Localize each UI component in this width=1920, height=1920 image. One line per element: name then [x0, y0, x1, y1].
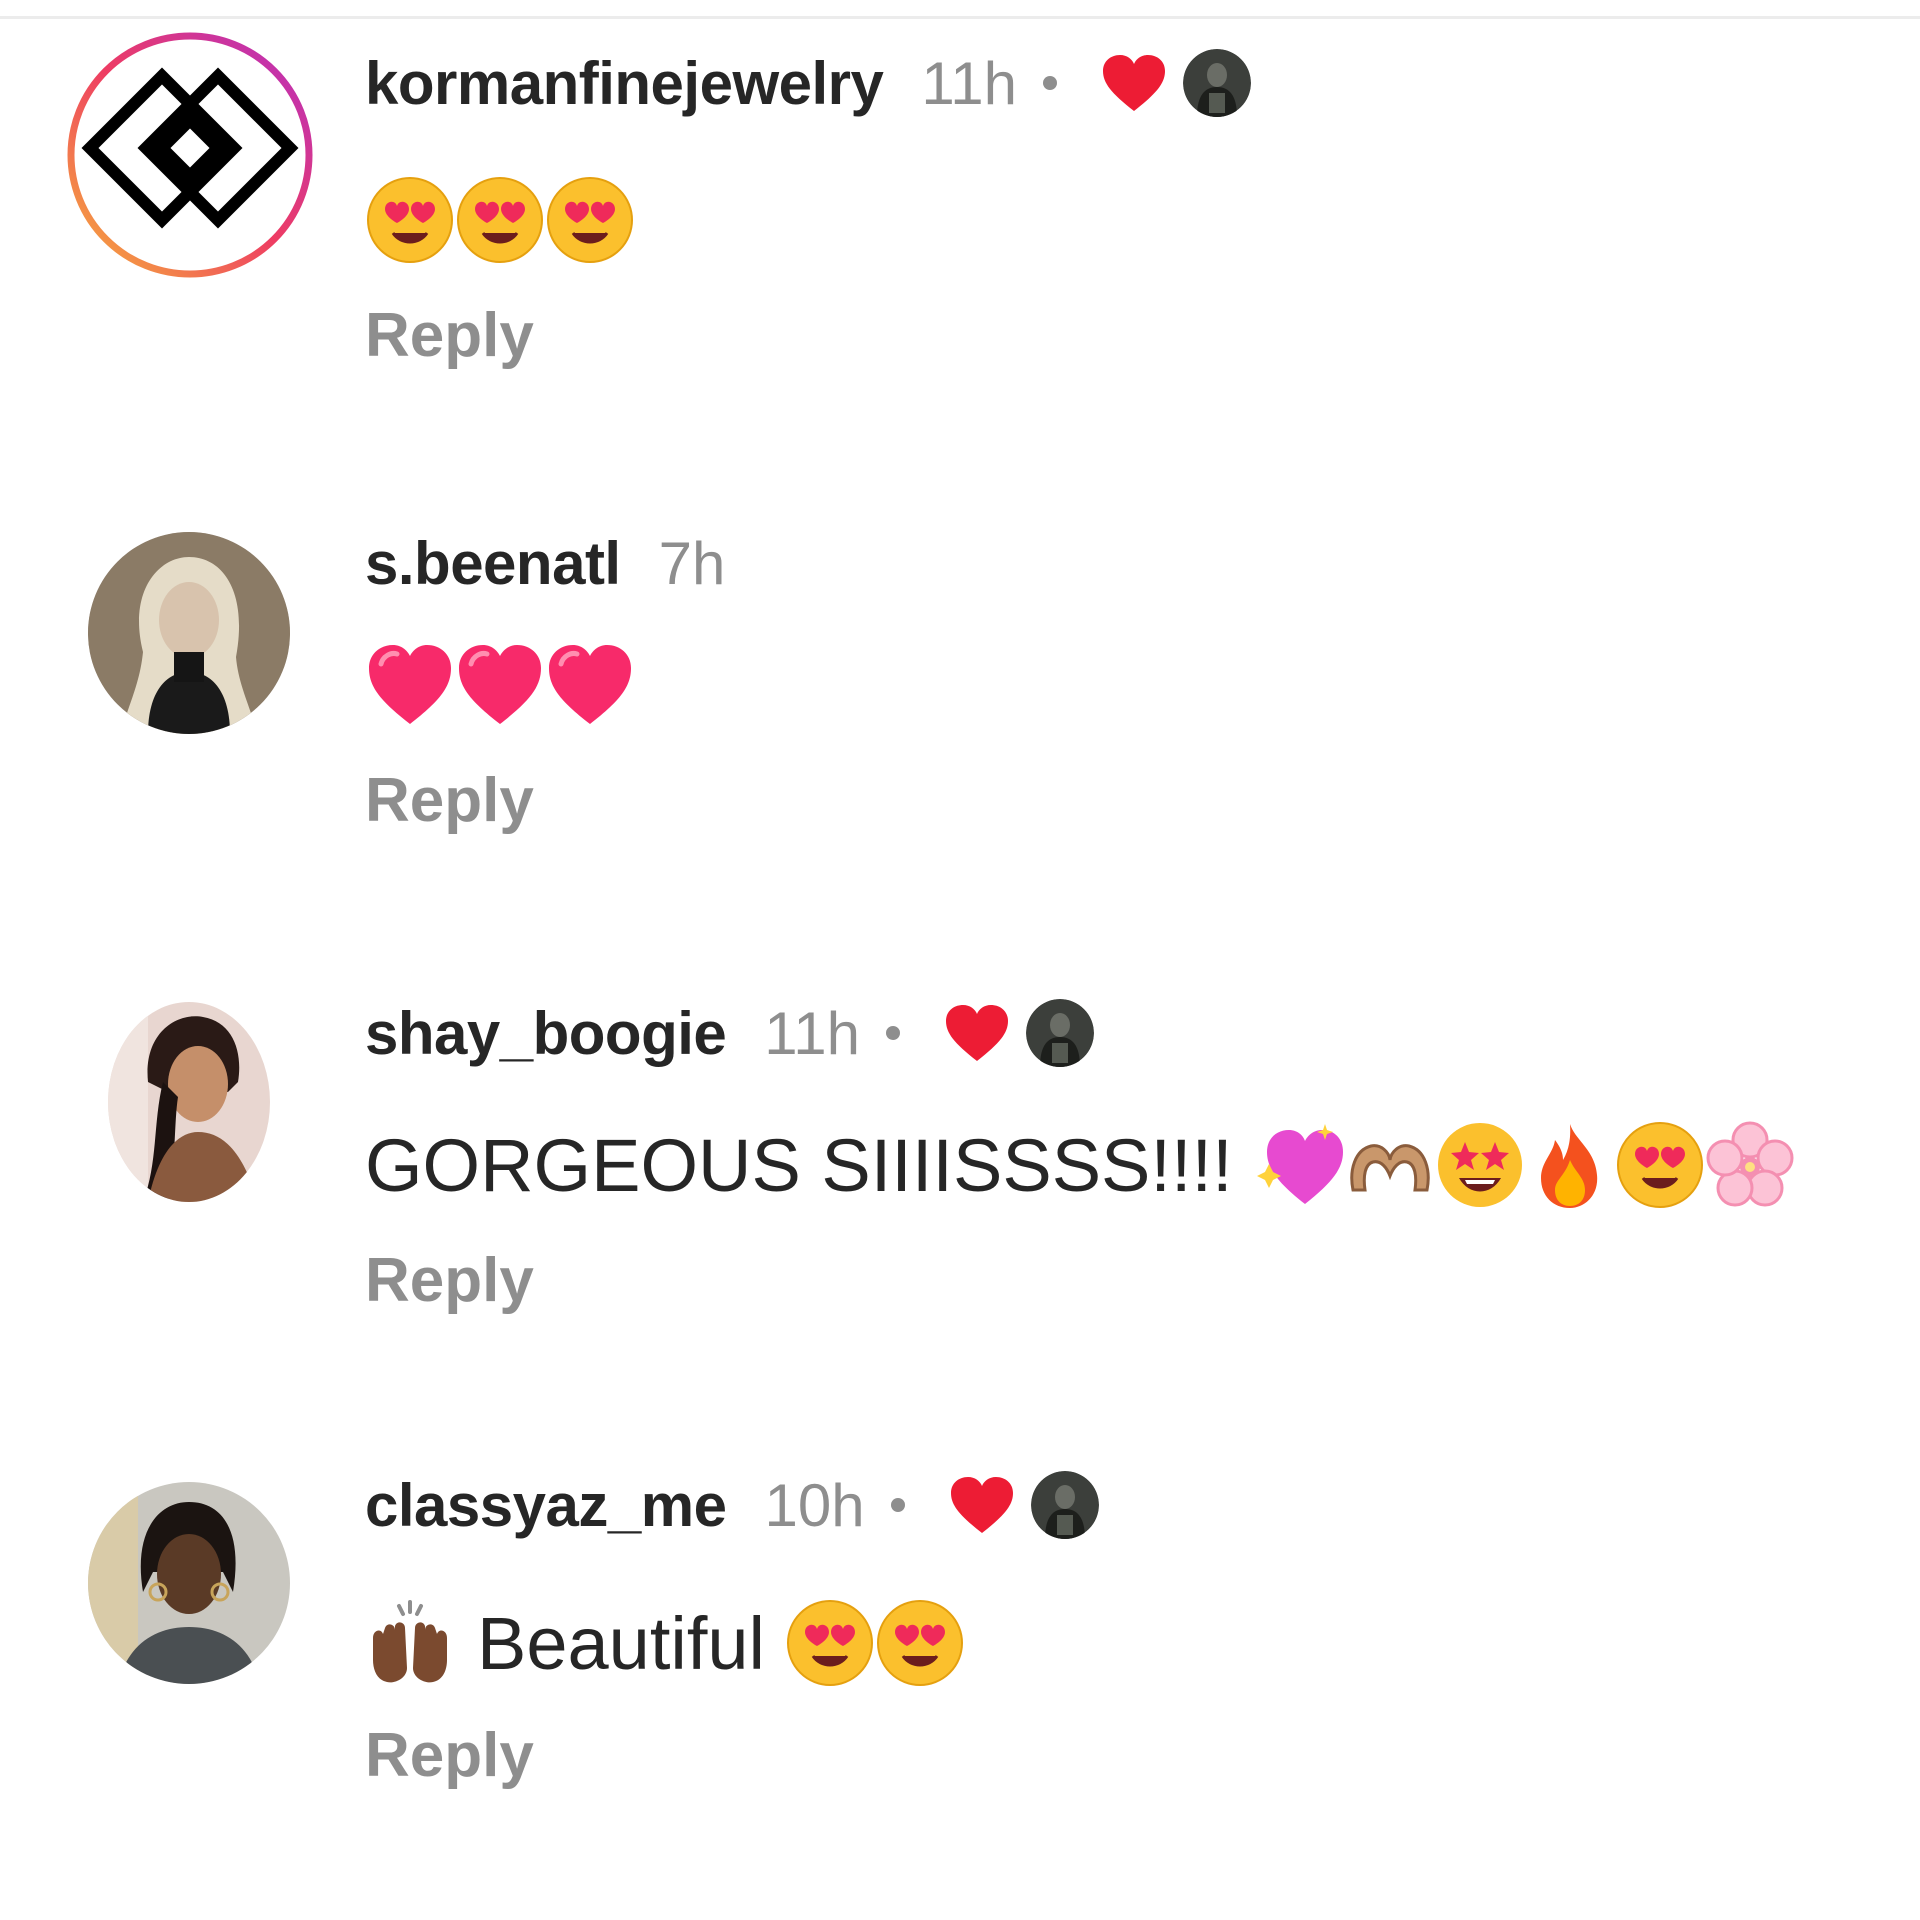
- reply-button[interactable]: Reply: [365, 1720, 534, 1791]
- user-photo-icon: [108, 1002, 270, 1202]
- author-avatar: [1025, 999, 1094, 1067]
- liked-by-author-heart-icon: [944, 1003, 1010, 1063]
- comment-text: [365, 165, 635, 275]
- heart-eyes-face-icon: [785, 1598, 875, 1688]
- author-avatar: [1030, 1471, 1099, 1539]
- reply-button[interactable]: Reply: [365, 765, 534, 836]
- username[interactable]: shay_boogie: [365, 999, 727, 1068]
- cherry-blossom-icon: [1705, 1120, 1795, 1210]
- raising-hands-icon: [365, 1598, 455, 1688]
- username[interactable]: classyaz_me: [365, 1471, 727, 1540]
- comment-item: s.beenatl 7h Reply: [0, 470, 1920, 870]
- star-struck-face-icon: [1435, 1120, 1525, 1210]
- sparkling-heart-icon: [1255, 1120, 1345, 1210]
- heart-eyes-face-icon: [365, 175, 455, 265]
- pink-heart-icon: [365, 640, 455, 730]
- heart-eyes-face-icon: [455, 175, 545, 265]
- reply-button[interactable]: Reply: [365, 1245, 534, 1316]
- comment-body: Beautiful: [477, 1601, 765, 1685]
- username[interactable]: s.beenatl: [365, 529, 621, 598]
- heart-eyes-face-icon: [875, 1598, 965, 1688]
- author-avatar: [1183, 49, 1252, 117]
- brand-logo-icon: [67, 32, 313, 278]
- separator-dot: [885, 1026, 900, 1040]
- comment-text: GORGEOUS SIIIISSSS!!!!: [365, 1110, 1795, 1220]
- comment-time: 11h: [764, 999, 860, 1067]
- liked-by-author-heart-icon: [949, 1475, 1015, 1535]
- heart-eyes-face-icon: [545, 175, 635, 265]
- avatar[interactable]: [108, 1002, 270, 1202]
- comment-text: Beautiful: [365, 1588, 965, 1698]
- avatar[interactable]: [65, 30, 315, 280]
- user-photo-icon: [88, 532, 290, 734]
- comment-time: 10h: [764, 1471, 865, 1539]
- pink-heart-icon: [455, 640, 545, 730]
- heart-eyes-face-icon: [1615, 1120, 1705, 1210]
- separator-dot: [890, 1498, 905, 1512]
- comment-item: shay_boogie 11h GORGEOUS SIIIISSSS!!!! R…: [0, 950, 1920, 1350]
- heart-hands-icon: [1345, 1120, 1435, 1210]
- comment-text: [365, 630, 635, 740]
- username[interactable]: kormanfinejewelry: [365, 49, 884, 118]
- comment-item: kormanfinejewelry 11h Reply: [0, 0, 1920, 400]
- fire-icon: [1525, 1120, 1615, 1210]
- comment-time: 7h: [658, 529, 726, 597]
- comment-item: classyaz_me 10h Beautiful Reply: [0, 1430, 1920, 1830]
- separator-dot: [1043, 76, 1058, 90]
- comment-time: 11h: [921, 49, 1018, 117]
- avatar[interactable]: [88, 1482, 290, 1684]
- avatar[interactable]: [88, 532, 290, 734]
- liked-by-author-heart-icon: [1101, 53, 1167, 113]
- comment-body: GORGEOUS SIIIISSSS!!!!: [365, 1123, 1233, 1207]
- reply-button[interactable]: Reply: [365, 300, 534, 371]
- user-photo-icon: [88, 1482, 290, 1684]
- pink-heart-icon: [545, 640, 635, 730]
